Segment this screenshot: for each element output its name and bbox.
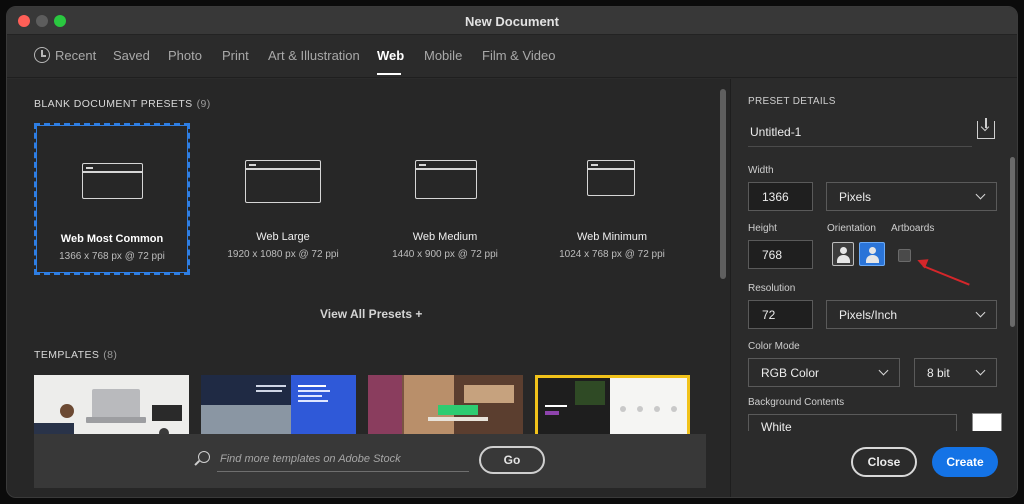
chevron-down-icon bbox=[975, 307, 986, 318]
document-icon bbox=[415, 160, 477, 199]
search-icon bbox=[198, 451, 210, 463]
annotation-arrow-line bbox=[922, 265, 970, 286]
chevron-down-icon bbox=[878, 365, 889, 376]
resolution-field[interactable]: 72 bbox=[748, 300, 813, 329]
artboards-label: Artboards bbox=[891, 223, 935, 234]
portrait-person-body bbox=[836, 255, 850, 263]
presets-pane: BLANK DOCUMENT PRESETS (9) Web Most Commo… bbox=[7, 79, 730, 497]
resolution-unit-value: Pixels/Inch bbox=[839, 308, 898, 322]
landscape-person-icon bbox=[868, 247, 876, 254]
preset-web-minimum[interactable]: Web Minimum 1024 x 768 px @ 72 ppi bbox=[534, 123, 690, 275]
clock-icon bbox=[34, 47, 50, 63]
new-document-dialog: New Document Recent Saved Photo Print Ar… bbox=[6, 6, 1018, 498]
width-field[interactable]: 1366 bbox=[748, 182, 813, 211]
templates-title: TEMPLATES bbox=[34, 349, 100, 361]
details-scrollbar[interactable] bbox=[1010, 157, 1015, 327]
preset-name: Web Most Common bbox=[60, 233, 164, 245]
document-name-field[interactable]: Untitled-1 bbox=[748, 119, 972, 147]
stock-search-input[interactable]: Find more templates on Adobe Stock bbox=[220, 453, 401, 465]
width-unit-value: Pixels bbox=[839, 190, 872, 204]
preset-details-pane: PRESET DETAILS Untitled-1 Width 1366 Pix… bbox=[731, 79, 1017, 497]
preset-size: 1440 x 900 px @ 72 ppi bbox=[392, 249, 498, 260]
tab-recent[interactable]: Recent bbox=[55, 48, 96, 63]
document-icon bbox=[245, 160, 321, 203]
preset-size: 1920 x 1080 px @ 72 ppi bbox=[227, 249, 339, 260]
preset-name: Web Medium bbox=[412, 231, 478, 243]
color-mode-label: Color Mode bbox=[748, 341, 800, 352]
color-mode-value: RGB Color bbox=[761, 366, 820, 380]
blank-presets-title: BLANK DOCUMENT PRESETS bbox=[34, 98, 193, 110]
landscape-orientation-button[interactable] bbox=[859, 242, 885, 266]
orientation-label: Orientation bbox=[827, 223, 876, 234]
category-tabs: Recent Saved Photo Print Art & Illustrat… bbox=[7, 36, 1017, 78]
view-all-presets-link[interactable]: View All Presets + bbox=[320, 307, 422, 321]
background-contents-label: Background Contents bbox=[748, 397, 845, 408]
tab-art-illustration[interactable]: Art & Illustration bbox=[268, 48, 360, 63]
artboards-checkbox[interactable] bbox=[898, 249, 911, 262]
dialog-actions: Close Create bbox=[731, 431, 1017, 497]
tab-mobile[interactable]: Mobile bbox=[424, 48, 462, 63]
save-preset-icon[interactable] bbox=[977, 118, 995, 139]
create-button[interactable]: Create bbox=[932, 447, 998, 477]
tab-print[interactable]: Print bbox=[222, 48, 249, 63]
resolution-label: Resolution bbox=[748, 283, 796, 294]
document-icon bbox=[587, 160, 635, 196]
tab-film-video[interactable]: Film & Video bbox=[482, 48, 555, 63]
preset-web-medium[interactable]: Web Medium 1440 x 900 px @ 72 ppi bbox=[367, 123, 523, 275]
window-title: New Document bbox=[465, 14, 559, 29]
preset-size: 1024 x 768 px @ 72 ppi bbox=[559, 249, 665, 260]
preset-details-title: PRESET DETAILS bbox=[748, 96, 836, 107]
preset-size: 1366 x 768 px @ 72 ppi bbox=[59, 251, 165, 262]
templates-heading: TEMPLATES (8) bbox=[34, 349, 117, 361]
title-bar: New Document bbox=[7, 7, 1017, 35]
chevron-down-icon bbox=[975, 365, 986, 376]
active-tab-indicator bbox=[377, 73, 401, 75]
chevron-down-icon bbox=[975, 189, 986, 200]
go-button[interactable]: Go bbox=[479, 446, 545, 474]
tab-web[interactable]: Web bbox=[377, 48, 404, 63]
preset-web-most-common[interactable]: Web Most Common 1366 x 768 px @ 72 ppi bbox=[34, 123, 190, 275]
tab-saved[interactable]: Saved bbox=[113, 48, 150, 63]
width-label: Width bbox=[748, 165, 774, 176]
portrait-person-icon bbox=[839, 247, 847, 254]
presets-scrollbar[interactable] bbox=[720, 89, 726, 279]
search-underline bbox=[217, 471, 469, 472]
close-button[interactable]: Close bbox=[851, 447, 917, 477]
height-label: Height bbox=[748, 223, 777, 234]
landscape-person-body bbox=[865, 255, 879, 263]
preset-name: Web Minimum bbox=[576, 231, 648, 243]
height-field[interactable]: 768 bbox=[748, 240, 813, 269]
document-icon bbox=[82, 163, 143, 199]
bit-depth-select[interactable]: 8 bit bbox=[914, 358, 997, 387]
tab-photo[interactable]: Photo bbox=[168, 48, 202, 63]
blank-presets-heading: BLANK DOCUMENT PRESETS (9) bbox=[34, 98, 211, 110]
templates-count: (8) bbox=[103, 349, 118, 361]
preset-name: Web Large bbox=[256, 231, 310, 243]
stock-search-bar: Find more templates on Adobe Stock Go bbox=[34, 434, 706, 488]
width-unit-select[interactable]: Pixels bbox=[826, 182, 997, 211]
blank-presets-count: (9) bbox=[196, 98, 211, 110]
preset-web-large[interactable]: Web Large 1920 x 1080 px @ 72 ppi bbox=[205, 123, 361, 275]
resolution-unit-select[interactable]: Pixels/Inch bbox=[826, 300, 997, 329]
color-mode-select[interactable]: RGB Color bbox=[748, 358, 900, 387]
portrait-orientation-button[interactable] bbox=[832, 242, 854, 266]
bit-depth-value: 8 bit bbox=[927, 366, 950, 380]
